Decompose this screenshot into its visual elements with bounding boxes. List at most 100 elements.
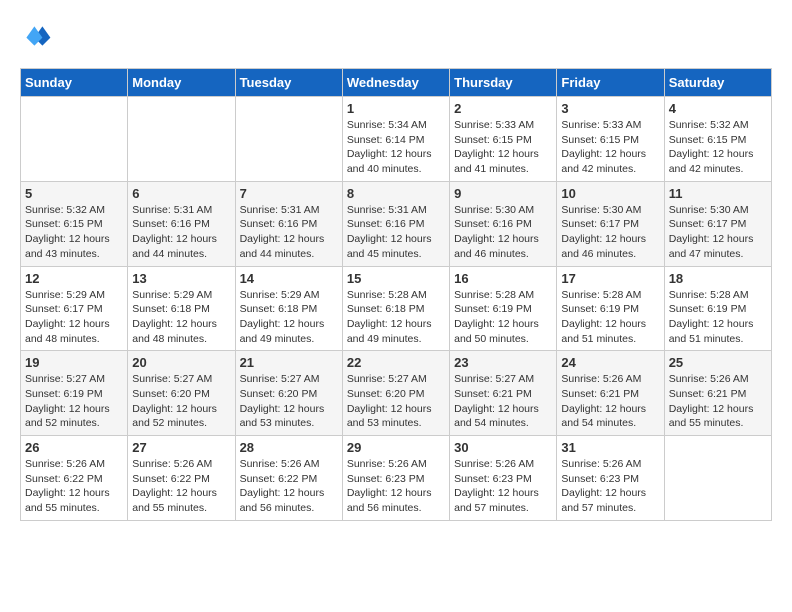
calendar-table: SundayMondayTuesdayWednesdayThursdayFrid…: [20, 68, 772, 521]
day-info: Sunrise: 5:26 AMSunset: 6:22 PMDaylight:…: [25, 457, 123, 516]
day-info: Sunrise: 5:29 AMSunset: 6:17 PMDaylight:…: [25, 288, 123, 347]
day-number: 22: [347, 355, 445, 370]
day-cell-1: 1 Sunrise: 5:34 AMSunset: 6:14 PMDaylight…: [342, 97, 449, 182]
day-number: 12: [25, 271, 123, 286]
weekday-header-tuesday: Tuesday: [235, 69, 342, 97]
page-header: [20, 20, 772, 52]
day-info: Sunrise: 5:29 AMSunset: 6:18 PMDaylight:…: [240, 288, 338, 347]
empty-cell: [128, 97, 235, 182]
empty-cell: [235, 97, 342, 182]
week-row-4: 19 Sunrise: 5:27 AMSunset: 6:19 PMDayligh…: [21, 351, 772, 436]
day-info: Sunrise: 5:26 AMSunset: 6:21 PMDaylight:…: [561, 372, 659, 431]
day-info: Sunrise: 5:26 AMSunset: 6:22 PMDaylight:…: [240, 457, 338, 516]
day-cell-28: 28 Sunrise: 5:26 AMSunset: 6:22 PMDayligh…: [235, 436, 342, 521]
day-number: 23: [454, 355, 552, 370]
day-number: 4: [669, 101, 767, 116]
day-info: Sunrise: 5:26 AMSunset: 6:23 PMDaylight:…: [454, 457, 552, 516]
day-cell-3: 3Sunrise: 5:33 AMSunset: 6:15 PMDaylight…: [557, 97, 664, 182]
day-info: Sunrise: 5:28 AMSunset: 6:19 PMDaylight:…: [454, 288, 552, 347]
day-number: 28: [240, 440, 338, 455]
day-info: Sunrise: 5:26 AMSunset: 6:23 PMDaylight:…: [347, 457, 445, 516]
day-info: Sunrise: 5:31 AMSunset: 6:16 PMDaylight:…: [240, 203, 338, 262]
day-number: 7: [240, 186, 338, 201]
day-cell-23: 23 Sunrise: 5:27 AMSunset: 6:21 PMDayligh…: [450, 351, 557, 436]
day-info: Sunrise: 5:27 AMSunset: 6:21 PMDaylight:…: [454, 372, 552, 431]
day-number: 17: [561, 271, 659, 286]
day-number: 3: [561, 101, 659, 116]
day-info: Sunrise: 5:34 AMSunset: 6:14 PMDaylight:…: [347, 118, 445, 177]
day-info: Sunrise: 5:27 AMSunset: 6:20 PMDaylight:…: [132, 372, 230, 431]
day-info: Sunrise: 5:32 AMSunset: 6:15 PMDaylight:…: [25, 203, 123, 262]
day-number: 19: [25, 355, 123, 370]
day-info: Sunrise: 5:32 AMSunset: 6:15 PMDaylight:…: [669, 118, 767, 177]
day-number: 29: [347, 440, 445, 455]
day-cell-14: 14 Sunrise: 5:29 AMSunset: 6:18 PMDayligh…: [235, 266, 342, 351]
day-cell-2: 2 Sunrise: 5:33 AMSunset: 6:15 PMDaylight…: [450, 97, 557, 182]
weekday-header-sunday: Sunday: [21, 69, 128, 97]
day-cell-30: 30 Sunrise: 5:26 AMSunset: 6:23 PMDayligh…: [450, 436, 557, 521]
day-info: Sunrise: 5:30 AMSunset: 6:17 PMDaylight:…: [561, 203, 659, 262]
day-cell-24: 24 Sunrise: 5:26 AMSunset: 6:21 PMDayligh…: [557, 351, 664, 436]
weekday-header-monday: Monday: [128, 69, 235, 97]
day-cell-18: 18Sunrise: 5:28 AMSunset: 6:19 PMDayligh…: [664, 266, 771, 351]
day-cell-25: 25 Sunrise: 5:26 AMSunset: 6:21 PMDayligh…: [664, 351, 771, 436]
day-cell-20: 20 Sunrise: 5:27 AMSunset: 6:20 PMDayligh…: [128, 351, 235, 436]
day-cell-11: 11Sunrise: 5:30 AMSunset: 6:17 PMDayligh…: [664, 181, 771, 266]
day-cell-26: 26 Sunrise: 5:26 AMSunset: 6:22 PMDayligh…: [21, 436, 128, 521]
day-cell-22: 22Sunrise: 5:27 AMSunset: 6:20 PMDayligh…: [342, 351, 449, 436]
day-info: Sunrise: 5:28 AMSunset: 6:18 PMDaylight:…: [347, 288, 445, 347]
empty-cell: [21, 97, 128, 182]
weekday-header-friday: Friday: [557, 69, 664, 97]
day-number: 25: [669, 355, 767, 370]
day-number: 26: [25, 440, 123, 455]
day-number: 6: [132, 186, 230, 201]
day-number: 18: [669, 271, 767, 286]
day-number: 24: [561, 355, 659, 370]
day-info: Sunrise: 5:26 AMSunset: 6:23 PMDaylight:…: [561, 457, 659, 516]
day-info: Sunrise: 5:31 AMSunset: 6:16 PMDaylight:…: [132, 203, 230, 262]
day-number: 16: [454, 271, 552, 286]
day-cell-27: 27 Sunrise: 5:26 AMSunset: 6:22 PMDayligh…: [128, 436, 235, 521]
week-row-3: 12 Sunrise: 5:29 AMSunset: 6:17 PMDayligh…: [21, 266, 772, 351]
day-info: Sunrise: 5:29 AMSunset: 6:18 PMDaylight:…: [132, 288, 230, 347]
day-info: Sunrise: 5:28 AMSunset: 6:19 PMDaylight:…: [561, 288, 659, 347]
day-info: Sunrise: 5:26 AMSunset: 6:22 PMDaylight:…: [132, 457, 230, 516]
day-number: 8: [347, 186, 445, 201]
day-info: Sunrise: 5:30 AMSunset: 6:17 PMDaylight:…: [669, 203, 767, 262]
week-row-5: 26 Sunrise: 5:26 AMSunset: 6:22 PMDayligh…: [21, 436, 772, 521]
day-number: 20: [132, 355, 230, 370]
day-cell-29: 29 Sunrise: 5:26 AMSunset: 6:23 PMDayligh…: [342, 436, 449, 521]
day-cell-13: 13 Sunrise: 5:29 AMSunset: 6:18 PMDayligh…: [128, 266, 235, 351]
day-cell-19: 19 Sunrise: 5:27 AMSunset: 6:19 PMDayligh…: [21, 351, 128, 436]
day-info: Sunrise: 5:27 AMSunset: 6:19 PMDaylight:…: [25, 372, 123, 431]
day-number: 14: [240, 271, 338, 286]
day-number: 2: [454, 101, 552, 116]
weekday-header-wednesday: Wednesday: [342, 69, 449, 97]
day-cell-12: 12 Sunrise: 5:29 AMSunset: 6:17 PMDayligh…: [21, 266, 128, 351]
day-cell-5: 5 Sunrise: 5:32 AMSunset: 6:15 PMDaylight…: [21, 181, 128, 266]
day-number: 21: [240, 355, 338, 370]
day-info: Sunrise: 5:30 AMSunset: 6:16 PMDaylight:…: [454, 203, 552, 262]
day-number: 27: [132, 440, 230, 455]
week-row-1: 1 Sunrise: 5:34 AMSunset: 6:14 PMDaylight…: [21, 97, 772, 182]
empty-cell: [664, 436, 771, 521]
day-number: 31: [561, 440, 659, 455]
day-cell-17: 17 Sunrise: 5:28 AMSunset: 6:19 PMDayligh…: [557, 266, 664, 351]
logo: [20, 20, 56, 52]
weekday-header-saturday: Saturday: [664, 69, 771, 97]
day-number: 1: [347, 101, 445, 116]
day-info: Sunrise: 5:33 AMSunset: 6:15 PMDaylight:…: [454, 118, 552, 177]
day-number: 30: [454, 440, 552, 455]
day-number: 5: [25, 186, 123, 201]
day-cell-15: 15Sunrise: 5:28 AMSunset: 6:18 PMDayligh…: [342, 266, 449, 351]
day-cell-6: 6 Sunrise: 5:31 AMSunset: 6:16 PMDaylight…: [128, 181, 235, 266]
day-number: 9: [454, 186, 552, 201]
day-info: Sunrise: 5:26 AMSunset: 6:21 PMDaylight:…: [669, 372, 767, 431]
day-cell-16: 16 Sunrise: 5:28 AMSunset: 6:19 PMDayligh…: [450, 266, 557, 351]
day-cell-21: 21Sunrise: 5:27 AMSunset: 6:20 PMDayligh…: [235, 351, 342, 436]
day-cell-9: 9 Sunrise: 5:30 AMSunset: 6:16 PMDaylight…: [450, 181, 557, 266]
day-number: 13: [132, 271, 230, 286]
day-cell-10: 10 Sunrise: 5:30 AMSunset: 6:17 PMDayligh…: [557, 181, 664, 266]
day-number: 10: [561, 186, 659, 201]
day-cell-4: 4 Sunrise: 5:32 AMSunset: 6:15 PMDaylight…: [664, 97, 771, 182]
